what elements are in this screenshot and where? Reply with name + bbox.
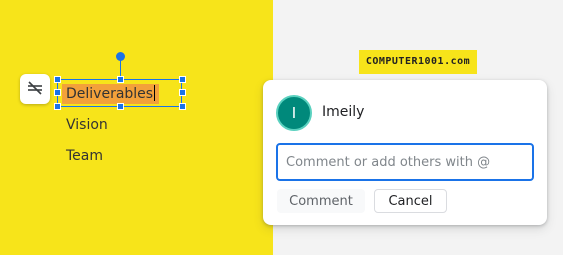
slide-canvas: Deliverables Vision Team <box>0 0 273 255</box>
cancel-button[interactable]: Cancel <box>374 189 447 213</box>
resize-handle-top-right[interactable] <box>179 76 186 83</box>
comment-card: I Imeily Comment Cancel <box>263 80 547 225</box>
hide-text-button[interactable] <box>20 74 50 104</box>
slide-text-team[interactable]: Team <box>66 148 103 164</box>
avatar: I <box>276 95 312 131</box>
selected-text: Deliverables <box>66 86 154 102</box>
avatar-initial: I <box>291 104 297 122</box>
slide-text-vision[interactable]: Vision <box>66 117 108 133</box>
resize-handle-top-left[interactable] <box>54 76 61 83</box>
highlighted-text[interactable]: Deliverables <box>62 84 160 104</box>
eye-slash-icon <box>26 80 44 99</box>
resize-handle-bottom-left[interactable] <box>54 103 61 110</box>
resize-handle-right[interactable] <box>179 89 186 96</box>
watermark: COMPUTER1001.com <box>359 50 477 74</box>
text-caret <box>154 85 156 101</box>
comment-input[interactable] <box>276 143 534 181</box>
resize-handle-left[interactable] <box>54 89 61 96</box>
resize-handle-bottom-right[interactable] <box>179 103 186 110</box>
user-name: Imeily <box>322 104 365 120</box>
resize-handle-top[interactable] <box>117 76 124 83</box>
comment-button[interactable]: Comment <box>277 189 365 213</box>
rotation-handle[interactable] <box>116 52 125 61</box>
resize-handle-bottom[interactable] <box>117 103 124 110</box>
